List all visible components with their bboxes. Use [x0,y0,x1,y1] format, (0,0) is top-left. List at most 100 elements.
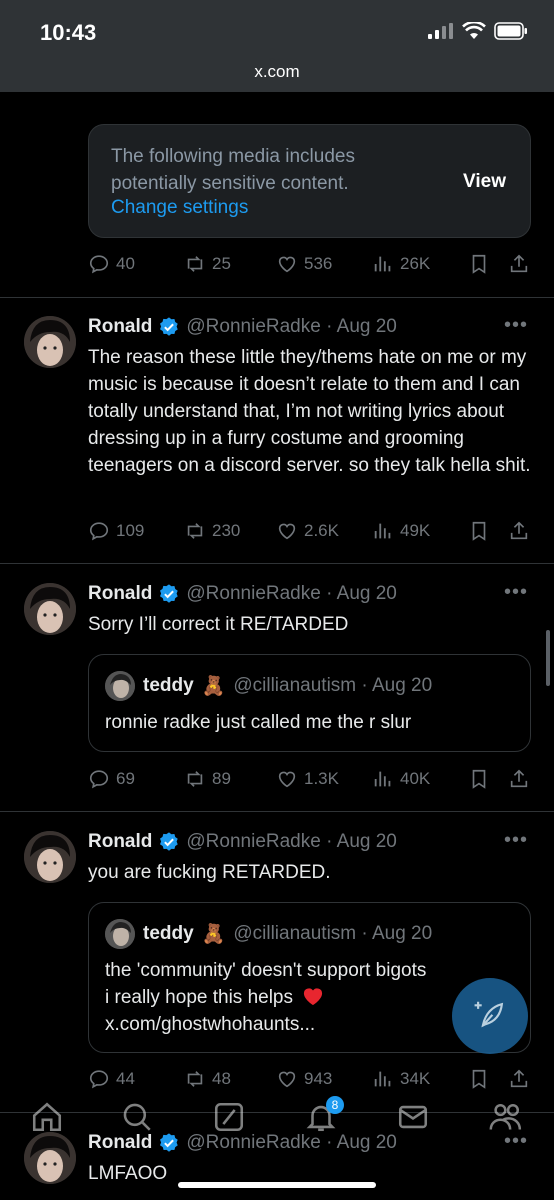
tweet-actions: 109 230 2.6K 49K [88,520,533,550]
verified-icon [160,832,179,851]
views-count: 34K [400,1069,431,1088]
repost-button[interactable]: 230 [184,520,240,542]
avatar[interactable] [24,583,76,635]
author-name[interactable]: Ronald [88,583,152,605]
verified-icon [160,584,179,603]
tweet-header: Ronald @RonnieRadke · Aug 20 [88,831,397,853]
tweet-header: Ronald @RonnieRadke · Aug 20 [88,316,397,338]
avatar[interactable] [24,316,76,368]
views-icon [374,1071,391,1087]
quote-author-name: teddy [143,675,194,696]
home-indicator [178,1182,376,1188]
views-icon [374,523,391,539]
messages-icon[interactable] [396,1100,430,1134]
quote-avatar [105,919,135,949]
more-options-icon[interactable]: ••• [504,581,528,604]
wifi-icon [462,22,486,39]
notifications-badge: 8 [326,1096,344,1114]
view-media-button[interactable]: View [463,171,506,193]
quote-header: teddy 🧸 @cillianautism · Aug 20 [105,919,432,949]
more-options-icon[interactable]: ••• [504,314,528,337]
author-name[interactable]: Ronald [88,831,152,853]
reply-icon [89,255,109,274]
views-icon [374,771,391,787]
sensitive-media-text: The following media includes potentially… [111,146,355,194]
quote-handle-date: @cillianautism · Aug 20 [233,675,433,696]
author-handle-date[interactable]: @RonnieRadke · Aug 20 [186,316,396,338]
views-button[interactable]: 49K [372,520,430,542]
share-icon [510,254,528,273]
reply-count: 109 [116,521,145,540]
signal-icon [428,23,453,39]
repost-count: 48 [212,1069,231,1088]
address-bar-url[interactable]: x.com [0,62,554,82]
repost-button[interactable]: 89 [184,768,231,790]
scrollbar[interactable] [546,630,550,686]
like-button[interactable]: 2.6K [276,520,339,542]
like-button[interactable]: 943 [276,1068,332,1090]
teddy-bear-emoji: 🧸 [201,676,226,697]
repost-icon [187,523,203,539]
home-icon[interactable] [30,1100,64,1134]
repost-icon [187,1071,203,1087]
like-button[interactable]: 1.3K [276,768,339,790]
red-heart-icon [304,988,323,1006]
repost-icon [187,256,203,272]
views-button[interactable]: 34K [372,1068,430,1090]
reply-button[interactable]: 44 [88,1068,135,1090]
views-button[interactable]: 26K [372,253,430,275]
reply-count: 69 [116,769,135,788]
reply-count: 44 [116,1069,135,1088]
like-button[interactable]: 536 [276,253,332,275]
reply-icon [89,522,109,541]
like-count: 943 [304,1069,333,1088]
author-handle-date[interactable]: @RonnieRadke · Aug 20 [186,831,396,853]
search-icon[interactable] [120,1100,154,1134]
repost-count: 230 [212,521,241,540]
bookmark-button[interactable] [468,1068,490,1090]
bookmark-button[interactable] [468,520,490,542]
avatar[interactable] [24,1132,76,1184]
quote-author-name: teddy [143,923,194,944]
share-button[interactable] [508,520,530,542]
like-icon [278,523,296,540]
quote-text: the 'community' doesn't support bigots i… [105,957,435,1011]
compose-button[interactable] [452,978,528,1054]
like-count: 536 [304,254,333,273]
compose-icon [474,1001,504,1028]
repost-button[interactable]: 25 [184,253,231,275]
avatar[interactable] [24,831,76,883]
bookmark-icon [472,769,486,789]
change-settings-link[interactable]: Change settings [111,197,248,219]
share-button[interactable] [508,768,530,790]
author-handle-date[interactable]: @RonnieRadke · Aug 20 [186,583,396,605]
share-button[interactable] [508,1068,530,1090]
more-options-icon[interactable]: ••• [504,829,528,852]
reply-icon [89,770,109,789]
repost-count: 25 [212,254,231,273]
tweet-text: Sorry I’ll correct it RE/TARDED [88,614,349,635]
tweet-text: you are fucking RETARDED. [88,862,331,883]
quoted-tweet[interactable]: teddy 🧸 @cillianautism · Aug 20 ronnie r… [88,654,531,752]
like-count: 1.3K [304,769,339,788]
bookmark-icon [472,1069,486,1089]
sensitive-media-warning: The following media includes potentially… [88,124,531,238]
battery-icon [494,22,527,40]
repost-icon [187,771,203,787]
bookmark-button[interactable] [468,768,490,790]
communities-icon[interactable] [488,1100,524,1134]
bookmark-button[interactable] [468,253,490,275]
views-button[interactable]: 40K [372,768,430,790]
reply-button[interactable]: 109 [88,520,144,542]
repost-count: 89 [212,769,231,788]
share-button[interactable] [508,253,530,275]
tweet-actions: 40 25 536 26K [88,253,533,283]
reply-button[interactable]: 69 [88,768,135,790]
quote-avatar [105,671,135,701]
grok-icon[interactable] [212,1100,246,1134]
like-count: 2.6K [304,521,339,540]
author-name[interactable]: Ronald [88,316,152,338]
reply-button[interactable]: 40 [88,253,135,275]
repost-button[interactable]: 48 [184,1068,231,1090]
like-icon [278,256,296,273]
